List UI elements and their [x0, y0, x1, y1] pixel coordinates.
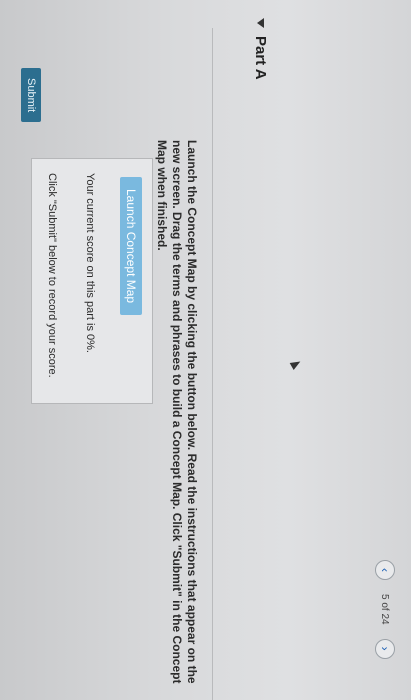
pager-position: 5 of 24	[379, 594, 391, 625]
concept-map-box: Launch Concept Map Your current score on…	[31, 158, 153, 404]
part-title: Part A	[252, 36, 269, 80]
divider	[212, 28, 213, 700]
submit-button[interactable]: Submit	[21, 68, 41, 123]
next-item-button[interactable]: ›	[375, 638, 395, 659]
part-header[interactable]: Part A	[252, 18, 269, 80]
submit-note-text: Click "Submit" below to record your scor…	[46, 173, 58, 378]
mouse-cursor-icon	[289, 358, 303, 370]
chevron-left-icon: ‹	[378, 568, 392, 572]
screen-photo: ‹ 5 of 24 › Part A Launch the Concept Ma…	[0, 0, 411, 700]
previous-item-button[interactable]: ‹	[375, 560, 395, 580]
launch-concept-map-button[interactable]: Launch Concept Map	[120, 177, 142, 316]
instructions-text: Launch the Concept Map by clicking the b…	[155, 140, 199, 684]
current-score-text: Your current score on this part is 0%.	[84, 173, 96, 353]
collapse-triangle-icon[interactable]	[257, 18, 264, 28]
assignment-page: ‹ 5 of 24 › Part A Launch the Concept Ma…	[0, 0, 411, 700]
item-pager: ‹ 5 of 24 ›	[375, 560, 395, 659]
chevron-right-icon: ›	[378, 646, 392, 651]
